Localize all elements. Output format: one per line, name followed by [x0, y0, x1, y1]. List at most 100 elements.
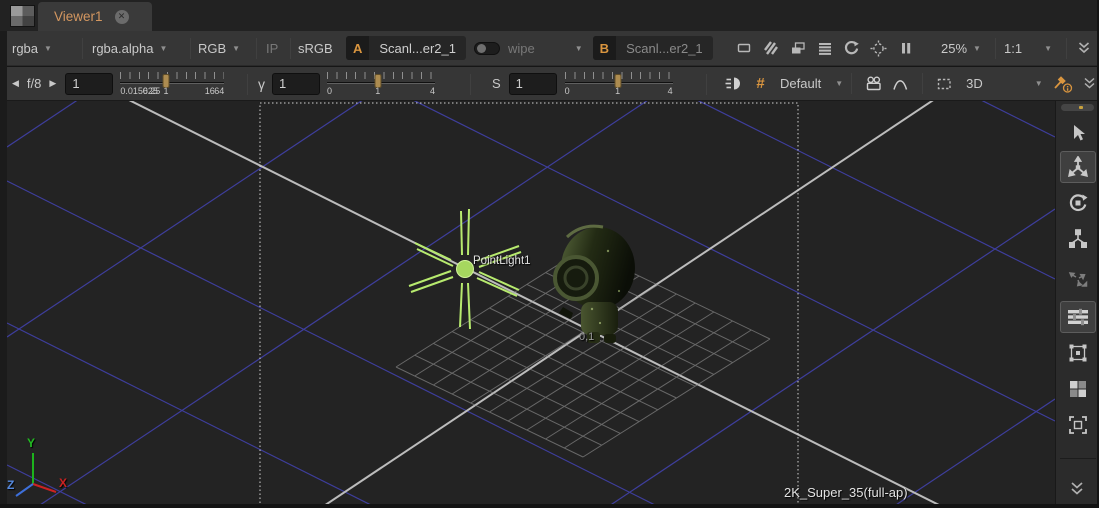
world-axis-gizmo: [16, 453, 56, 496]
character-model[interactable]: [555, 226, 635, 343]
panel-bottom-edge: [0, 504, 1097, 508]
axis-y-label: Y: [27, 436, 35, 450]
tab-bar: Viewer1 ✕: [0, 0, 1097, 31]
vertex-handles-icon: [1067, 342, 1089, 364]
select-tool-button[interactable]: [1060, 117, 1096, 149]
saturation-input[interactable]: [509, 73, 557, 95]
a-label: A: [346, 36, 369, 60]
vertex-selection-tool-button[interactable]: [1060, 337, 1096, 369]
chevron-down-icon: ▼: [232, 44, 240, 53]
saturation-label: S: [492, 76, 501, 91]
lamp-icon: [725, 75, 743, 92]
b-input-selector[interactable]: B Scanl...er2_1: [593, 36, 713, 60]
pane-menu-icon[interactable]: [10, 5, 35, 27]
frame-selection-button[interactable]: [1060, 409, 1096, 441]
wipe-toggle[interactable]: [474, 42, 500, 55]
tools-expand-button[interactable]: [1067, 480, 1087, 498]
proxy-stripes-icon: [763, 40, 779, 56]
point-light-gizmo[interactable]: [409, 209, 521, 329]
roi-button[interactable]: [865, 35, 892, 61]
quad-checker-icon: [1067, 378, 1089, 400]
gamma-input[interactable]: [272, 73, 320, 95]
viewer-curve-button[interactable]: [887, 71, 914, 97]
layer-dropdown[interactable]: rgba▼: [12, 31, 52, 65]
tab-close-icon[interactable]: ✕: [115, 10, 129, 24]
sample-color-button[interactable]: [1052, 67, 1074, 100]
fstop-prev-button[interactable]: ◀: [8, 78, 23, 89]
display-window-button[interactable]: [730, 35, 757, 61]
guides-preset-dropdown[interactable]: Default▼: [780, 76, 843, 91]
saturation-slider[interactable]: 0 1 4: [565, 69, 673, 99]
scale-tool-button[interactable]: [1060, 223, 1096, 255]
pause-icon: [898, 40, 914, 56]
fstop-label: f/8: [23, 76, 45, 91]
divider: [470, 74, 471, 95]
toolbar-expand-button[interactable]: [1076, 31, 1092, 65]
float-viewer-icon: [790, 40, 806, 56]
frame-brackets-icon: [1067, 414, 1089, 436]
gain-control-group: ◀ f/8 ▶ 0.015625 0.25 1 16 64: [8, 67, 224, 100]
screen-transform-tool-button[interactable]: [1060, 263, 1096, 295]
grid-axis-lines: [7, 101, 1055, 508]
divider: [1060, 458, 1096, 459]
view-mode-dropdown[interactable]: 3D▼: [966, 76, 1043, 91]
wipe-mode-dropdown[interactable]: wipe▼: [508, 31, 583, 65]
scanline-icon: [817, 40, 833, 56]
selection-marquee-button[interactable]: [931, 71, 958, 97]
divider: [290, 38, 291, 59]
viewer-colorspace-button[interactable]: sRGB: [298, 31, 333, 65]
viewer-display-icons: [730, 31, 919, 65]
tab-viewer1[interactable]: Viewer1 ✕: [38, 2, 152, 31]
pause-button[interactable]: [892, 35, 919, 61]
quad-view-button[interactable]: [1060, 373, 1096, 405]
refresh-button[interactable]: [838, 35, 865, 61]
guides-overlay-button[interactable]: #: [747, 71, 774, 97]
divider: [247, 74, 248, 95]
grid-coordinate-label: 0,1: [579, 331, 594, 343]
divider: [995, 38, 996, 59]
gain-slider[interactable]: 0.015625 0.25 1 16 64: [120, 69, 224, 99]
viewer-toolbar-top: rgba▼ rgba.alpha▼ RGB▼ IP sRGB A Scanl..…: [0, 31, 1097, 66]
tab-title: Viewer1: [54, 9, 103, 24]
divider: [922, 73, 923, 94]
chevron-down-icon: ▼: [575, 44, 583, 53]
divider: [851, 73, 852, 94]
roi-icon: [870, 40, 887, 57]
panel-left-edge: [0, 31, 7, 508]
translate-icon: [1067, 156, 1089, 178]
rotate-tool-button[interactable]: [1060, 187, 1096, 219]
toolbar-expand-button-2[interactable]: [1082, 67, 1097, 100]
gain-input[interactable]: [65, 73, 113, 95]
chevron-down-icon: ▼: [973, 44, 981, 53]
a-input-selector[interactable]: A Scanl...er2_1: [346, 36, 466, 60]
gamma-slider[interactable]: 0 1 4: [327, 69, 435, 99]
b-input-name: Scanl...er2_1: [616, 41, 713, 56]
proxy-stripes-button[interactable]: [757, 35, 784, 61]
input-process-toggle[interactable]: IP: [266, 31, 278, 65]
chevron-down-icon: ▼: [159, 44, 167, 53]
marquee-icon: [936, 76, 953, 92]
multi-slider-tool-button[interactable]: [1060, 301, 1096, 333]
lock-to-camera-button[interactable]: [860, 71, 887, 97]
toolbar-drag-handle[interactable]: [1061, 104, 1094, 111]
zoom-level-dropdown[interactable]: 25%▼: [941, 31, 981, 65]
translate-tool-button[interactable]: [1060, 151, 1096, 183]
axis-x-label: X: [59, 476, 67, 490]
format-frame-outline: [260, 103, 798, 508]
input-process-lamp-button[interactable]: [720, 71, 747, 97]
display-channels-dropdown[interactable]: RGB▼: [198, 31, 240, 65]
chevron-down-icon: ▼: [1035, 79, 1043, 88]
divider: [256, 38, 257, 59]
pixel-aspect-dropdown[interactable]: 1:1▼: [1004, 31, 1052, 65]
3d-viewport[interactable]: PointLight1 0,1 2K_Super_35(full-ap) Y X…: [7, 101, 1055, 508]
float-viewer-button[interactable]: [784, 35, 811, 61]
display-window-icon: [736, 40, 752, 56]
chevron-down-icon: ▼: [44, 44, 52, 53]
fstop-next-button[interactable]: ▶: [45, 78, 60, 89]
format-name-label: 2K_Super_35(full-ap): [784, 485, 908, 500]
divider: [82, 38, 83, 59]
gamma-label: γ: [258, 76, 265, 92]
guides-grid-icon: #: [756, 75, 764, 92]
alpha-channel-dropdown[interactable]: rgba.alpha▼: [92, 31, 167, 65]
scanline-mode-button[interactable]: [811, 35, 838, 61]
